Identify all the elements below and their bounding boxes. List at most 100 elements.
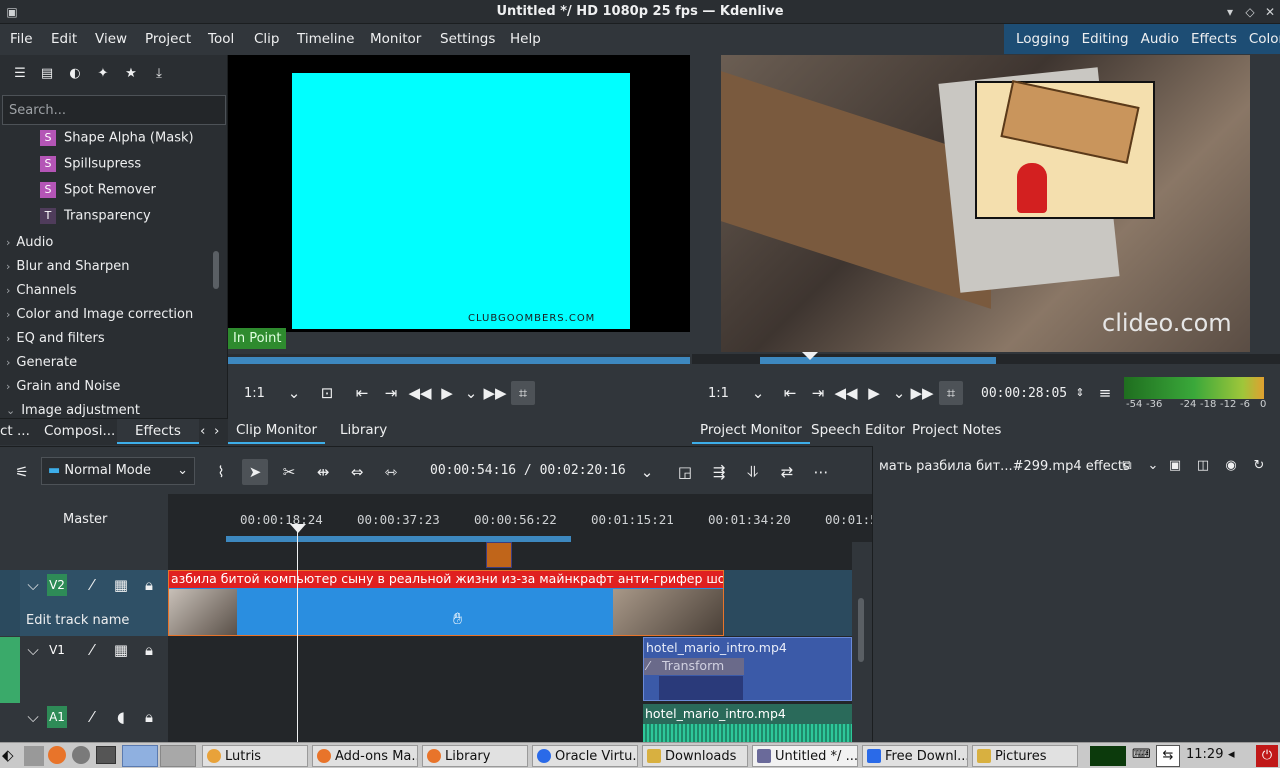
eye-icon[interactable]: ◉ (1223, 458, 1239, 474)
category-generate[interactable]: › Generate (6, 355, 77, 370)
multicam-icon[interactable]: ⌇ (208, 459, 234, 485)
project-zoom-select[interactable]: 1:1 (708, 386, 729, 401)
tab-clip-monitor[interactable]: Clip Monitor (228, 418, 326, 444)
download-icon[interactable]: ⤓ (152, 67, 166, 81)
slip-tool-icon[interactable]: ⇿ (378, 459, 404, 485)
track-a1-label[interactable]: A1 (47, 706, 67, 728)
effect-item[interactable]: T Transparency (40, 208, 151, 232)
chevron-down-icon[interactable]: ⌄ (1145, 458, 1161, 474)
terminal-launcher-icon[interactable] (96, 746, 116, 764)
collapse-track-icon[interactable]: ⌵ (24, 576, 42, 594)
extract-icon[interactable]: ⇄ (774, 459, 800, 485)
effect-wand-icon[interactable]: ⁄ (83, 641, 101, 659)
project-playhead-marker[interactable] (802, 352, 818, 360)
collapse-track-icon[interactable]: ⌵ (24, 641, 42, 659)
tab-scroll-left-icon[interactable]: ‹ (200, 423, 205, 439)
set-out-icon[interactable]: ⇥ (379, 381, 403, 405)
network-icon[interactable]: ⇆ (1156, 745, 1180, 767)
effect-wand-icon[interactable]: ⁄ (83, 576, 101, 594)
close-icon[interactable]: ✕ (1262, 4, 1278, 20)
master-label[interactable]: Master (63, 512, 107, 527)
rewind-icon[interactable]: ◀◀ (408, 381, 432, 405)
edit-mode-select[interactable]: ▬ Normal Mode ⌄ (41, 457, 195, 485)
task-free-download[interactable]: Free Downl... (862, 745, 968, 767)
tab-compositions[interactable]: Composi... (44, 423, 115, 439)
set-in-icon[interactable]: ⇤ (350, 381, 374, 405)
track-v2-label[interactable]: V2 (47, 574, 67, 596)
timeline-ruler[interactable]: 00:00:18:24 00:00:37:23 00:00:56:22 00:0… (168, 508, 885, 542)
task-lutris[interactable]: Lutris (202, 745, 308, 767)
firefox-launcher-icon[interactable] (48, 746, 66, 764)
audio-effects-icon[interactable]: ◐ (68, 67, 82, 81)
timeline-timecode[interactable]: 00:00:54:16 / 00:02:20:16 (430, 463, 626, 478)
layout-color[interactable]: Color (1249, 24, 1280, 54)
effect-item[interactable]: S Spot Remover (40, 182, 156, 206)
set-in-icon[interactable]: ⇤ (778, 381, 802, 405)
save-icon[interactable]: ▣ (1167, 458, 1183, 474)
film-icon[interactable]: ▦ (112, 576, 130, 594)
lock-icon[interactable]: 🔒︎ (140, 576, 158, 594)
crop-icon[interactable]: ⌗ (939, 381, 963, 405)
menu-monitor[interactable]: Monitor (370, 31, 421, 47)
effects-search-input[interactable]: Search... (2, 95, 226, 125)
clock[interactable]: 11:29 (1186, 747, 1223, 762)
task-oracle-virtualbox[interactable]: Oracle Virtu... (532, 745, 638, 767)
effect-wand-icon[interactable]: ⁄ (83, 708, 101, 726)
power-icon[interactable]: ⏻ (1256, 745, 1278, 767)
crop-icon[interactable]: ⌗ (511, 381, 535, 405)
tab-effects[interactable]: Effects (117, 419, 199, 444)
tab-project-monitor[interactable]: Project Monitor (692, 418, 810, 444)
forward-icon[interactable]: ▶▶ (910, 381, 934, 405)
timecode-spin-icon[interactable]: ⇕ (1068, 381, 1092, 405)
insert-icon[interactable]: ⇶ (706, 459, 732, 485)
category-grain[interactable]: › Grain and Noise (6, 379, 120, 394)
split-view-icon[interactable]: ◫ (1195, 458, 1211, 474)
audio-clip-a1[interactable]: hotel_mario_intro.mp4 (643, 704, 852, 742)
menu-clip[interactable]: Clip (254, 31, 280, 47)
workspace-2[interactable] (160, 745, 196, 767)
timeline-settings-icon[interactable]: ⚟ (9, 459, 35, 485)
menu-edit[interactable]: Edit (51, 31, 77, 47)
lock-icon[interactable]: 🔒︎ (140, 708, 158, 726)
effect-item[interactable]: S Shape Alpha (Mask) (40, 130, 194, 154)
minimize-icon[interactable]: ▾ (1222, 4, 1238, 20)
playhead-handle[interactable] (290, 524, 306, 533)
category-color[interactable]: › Color and Image correction (6, 307, 193, 322)
menu-settings[interactable]: Settings (440, 31, 495, 47)
menu-help[interactable]: Help (510, 31, 541, 47)
category-blur[interactable]: › Blur and Sharpen (6, 259, 130, 274)
keyboard-icon[interactable]: ⌨ (1132, 747, 1151, 762)
track-v1-active-indicator[interactable] (0, 637, 20, 703)
clip-marker-thumb[interactable] (486, 542, 512, 568)
hamburger-menu-icon[interactable]: ≡ (1093, 381, 1117, 405)
split-audio-icon[interactable]: ◲ (672, 459, 698, 485)
chevron-down-icon[interactable]: ⌄ (459, 381, 483, 405)
favorite-star-icon[interactable]: ★ (124, 67, 138, 81)
film-icon[interactable]: ▦ (112, 641, 130, 659)
timeline-scrollbar[interactable] (858, 598, 864, 662)
chevron-down-icon[interactable]: ⌄ (887, 381, 911, 405)
collapse-track-icon[interactable]: ⌵ (24, 708, 42, 726)
task-downloads[interactable]: Downloads (642, 745, 748, 767)
chevron-down-icon[interactable]: ⌄ (746, 381, 770, 405)
clip-monitor-video[interactable]: CLUBGOOMBERS.COM (228, 55, 690, 332)
workspace-1[interactable] (122, 745, 158, 767)
clip-monitor-ruler[interactable] (228, 354, 690, 364)
category-image-adjustment[interactable]: ⌄ Image adjustment (6, 403, 140, 417)
custom-effects-icon[interactable]: ✦ (96, 67, 110, 81)
ripple-tool-icon[interactable]: ⇔ (344, 459, 370, 485)
menu-file[interactable]: File (10, 31, 33, 47)
project-timecode[interactable]: 00:00:28:05 (981, 386, 1067, 401)
project-monitor-ruler[interactable] (692, 354, 1280, 364)
effects-scrollbar[interactable] (213, 251, 219, 289)
video-clip-v1[interactable]: hotel_mario_intro.mp4 ⁄ Transform (643, 637, 852, 701)
play-icon[interactable]: ▶ (435, 381, 459, 405)
task-addons-manager[interactable]: Add-ons Ma... (312, 745, 418, 767)
video-effects-icon[interactable]: ▤ (40, 67, 54, 81)
compare-icon[interactable]: ⧉ (1119, 458, 1135, 474)
layout-effects[interactable]: Effects (1191, 24, 1237, 54)
app-launcher-icon[interactable] (72, 746, 90, 764)
task-kdenlive[interactable]: Untitled */ ... (752, 745, 858, 767)
start-menu-icon[interactable]: ⬖ (2, 746, 14, 764)
tab-project-notes[interactable]: Project Notes (912, 422, 1001, 438)
